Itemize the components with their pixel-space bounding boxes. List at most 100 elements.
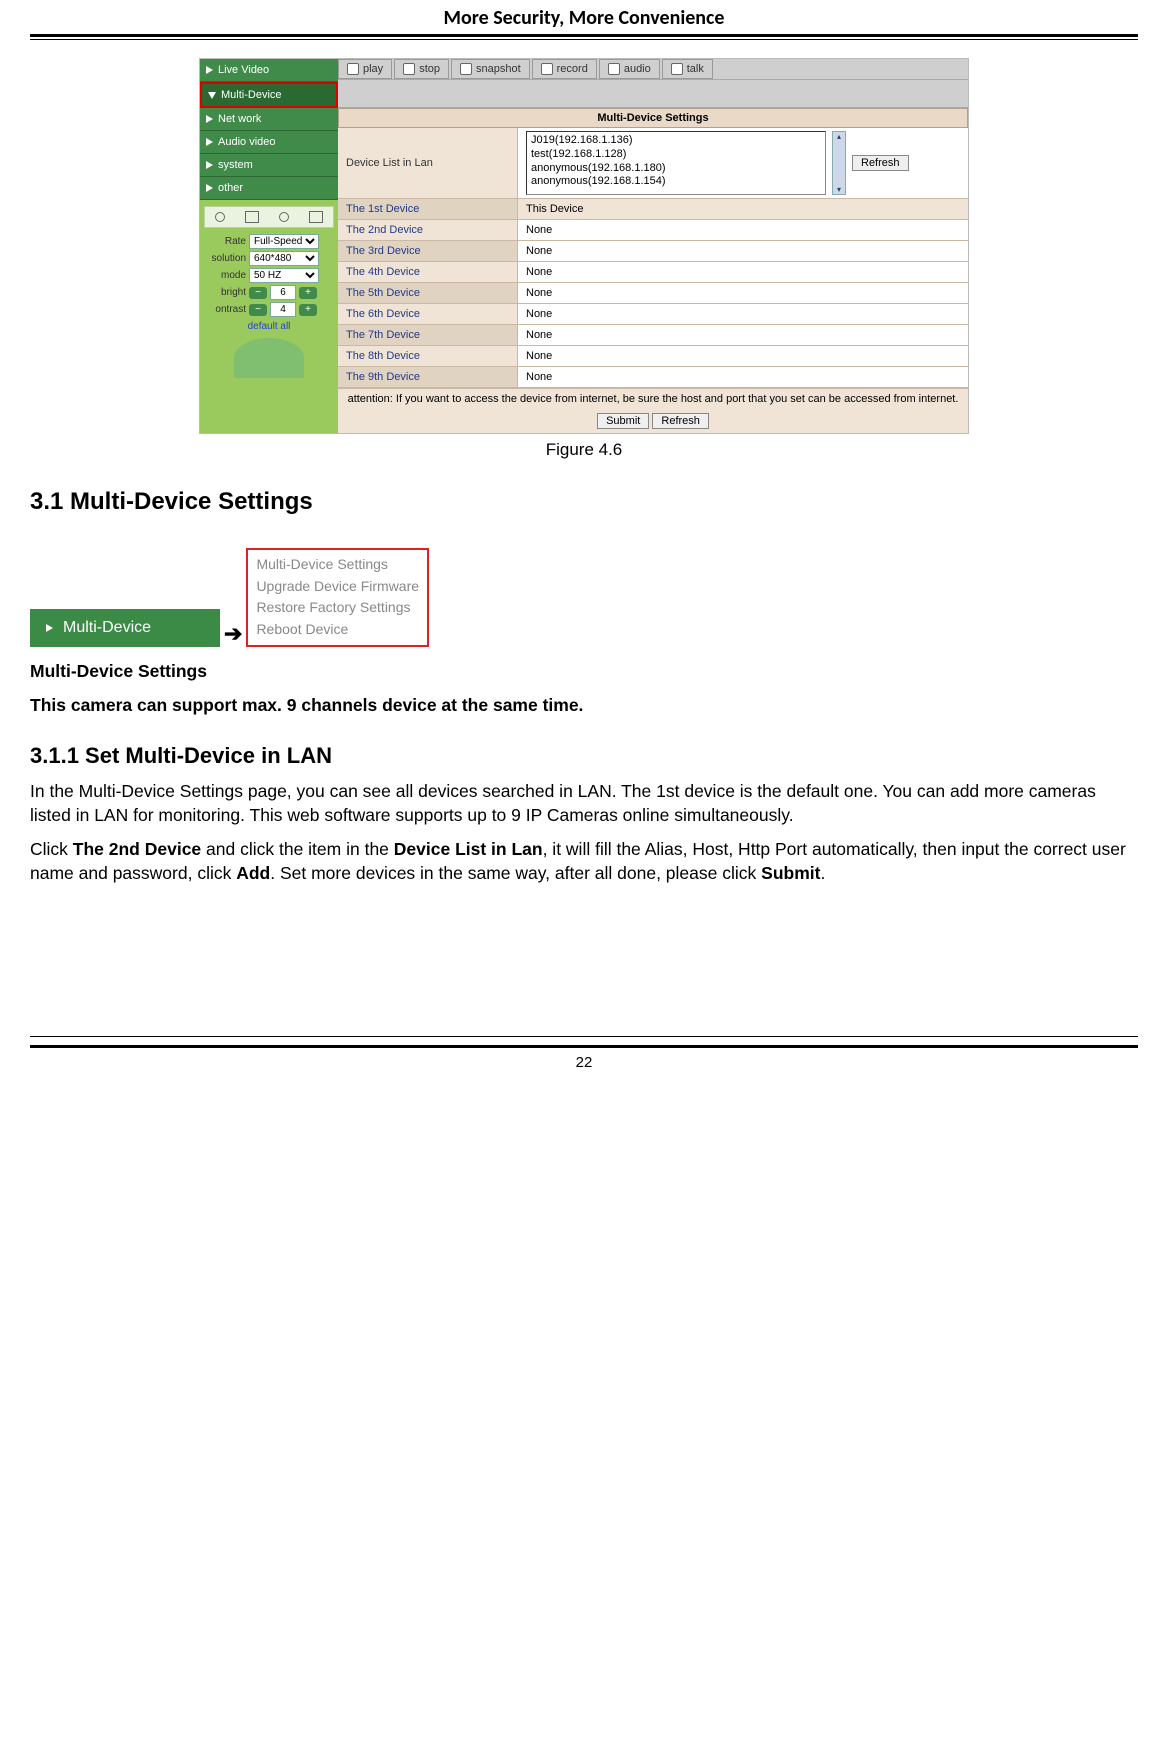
audio-button[interactable]: audio [599,59,660,79]
page-header: More Security, More Convenience [30,0,1138,34]
triangle-down-icon [208,92,216,99]
play-icon [347,63,359,75]
mode-select[interactable]: 50 HZ [249,268,319,283]
rule-thin [30,1036,1138,1037]
ptz-dpad[interactable] [234,338,304,378]
triangle-right-icon [206,184,213,192]
page-number: 22 [30,1048,1138,1081]
support-line: This camera can support max. 9 channels … [30,693,1138,717]
talk-icon [671,63,683,75]
minus-button[interactable]: − [249,287,267,299]
nav-label: Multi-Device [221,89,282,101]
left-nav-pane: Live Video Multi-Device Net work Audio v… [200,59,338,433]
nav-audio-video[interactable]: Audio video [200,131,338,154]
plus-button[interactable]: + [299,304,317,316]
list-item[interactable]: test(192.168.1.128) [531,148,821,162]
grid-icon[interactable] [245,211,259,223]
paragraph-1: In the Multi-Device Settings page, you c… [30,779,1138,827]
nav-other[interactable]: other [200,177,338,200]
audio-icon [608,63,620,75]
btn-label: stop [419,63,440,75]
sub-heading: Multi-Device Settings [30,659,1138,683]
multi-device-button[interactable]: Multi-Device [30,609,220,647]
btn-label: talk [687,63,704,75]
menu-item[interactable]: Upgrade Device Firmware [256,576,419,598]
nav-network[interactable]: Net work [200,108,338,131]
device-row-label[interactable]: The 9th Device [338,367,518,387]
device-row-value: This Device [518,199,968,219]
default-all-link[interactable]: default all [204,321,334,332]
scroll-down-icon[interactable]: ▾ [833,185,845,194]
device-row-label[interactable]: The 8th Device [338,346,518,366]
list-item[interactable]: anonymous(192.168.1.180) [531,162,821,176]
figure-4-6: Live Video Multi-Device Net work Audio v… [199,58,969,460]
device-row-label[interactable]: The 4th Device [338,262,518,282]
figure-caption: Figure 4.6 [199,440,969,460]
bright-label: bright [204,287,246,298]
contrast-input[interactable] [270,302,296,317]
device-row-label[interactable]: The 1st Device [338,199,518,219]
plus-button[interactable]: + [299,287,317,299]
menu-item[interactable]: Restore Factory Settings [256,597,419,619]
nav-system[interactable]: system [200,154,338,177]
scrollbar[interactable]: ▴▾ [832,131,846,195]
radio-icon[interactable] [215,212,225,222]
scroll-up-icon[interactable]: ▴ [833,132,845,141]
device-row-value: None [518,304,968,324]
rule-thin [30,39,1138,40]
right-pane: play stop snapshot record audio talk Mul… [338,59,968,433]
refresh-button[interactable]: Refresh [852,155,909,171]
arrow-right-icon: ➔ [222,621,244,647]
rule-thick [30,34,1138,37]
inline-figure: Multi-Device ➔ Multi-Device Settings Upg… [30,548,1138,647]
text-bold: Add [236,863,270,883]
talk-button[interactable]: talk [662,59,713,79]
nav-label: Net work [218,113,261,125]
triangle-right-icon [206,115,213,123]
device-row-value: None [518,262,968,282]
mds-body: Device List in Lan J019(192.168.1.136) t… [338,128,968,433]
stop-icon [403,63,415,75]
play-button[interactable]: play [338,59,392,79]
refresh-button[interactable]: Refresh [652,413,709,429]
device-row-label[interactable]: The 3rd Device [338,241,518,261]
snapshot-button[interactable]: snapshot [451,59,530,79]
heading-3-1: 3.1 Multi-Device Settings [30,488,1138,516]
radio-icon[interactable] [279,212,289,222]
btn-label: Multi-Device [63,619,151,637]
minus-button[interactable]: − [249,304,267,316]
heading-3-1-1: 3.1.1 Set Multi-Device in LAN [30,743,1138,769]
device-row-label[interactable]: The 2nd Device [338,220,518,240]
triangle-right-icon [206,66,213,74]
rate-select[interactable]: Full-Speed [249,234,319,249]
device-row-label[interactable]: The 7th Device [338,325,518,345]
toolbar-spacer [338,80,968,108]
nav-multi-device[interactable]: Multi-Device [200,82,338,108]
contrast-label: ontrast [204,304,246,315]
device-list-label: Device List in Lan [338,128,518,198]
record-button[interactable]: record [532,59,597,79]
stop-button[interactable]: stop [394,59,449,79]
list-item[interactable]: J019(192.168.1.136) [531,134,821,148]
text-bold: Submit [761,863,820,883]
grid-icon[interactable] [309,211,323,223]
device-row-label[interactable]: The 5th Device [338,283,518,303]
mode-label: mode [204,270,246,281]
menu-item[interactable]: Reboot Device [256,619,419,641]
nav-live-video[interactable]: Live Video [200,59,338,82]
device-listbox[interactable]: J019(192.168.1.136) test(192.168.1.128) … [526,131,826,195]
submit-button[interactable]: Submit [597,413,649,429]
solution-select[interactable]: 640*480 [249,251,319,266]
menu-item[interactable]: Multi-Device Settings [256,554,419,576]
triangle-right-icon [206,161,213,169]
list-item[interactable]: anonymous(192.168.1.154) [531,175,821,189]
bright-input[interactable] [270,285,296,300]
text: . Set more devices in the same way, afte… [270,863,761,883]
device-row-value: None [518,241,968,261]
top-toolbar: play stop snapshot record audio talk [338,59,968,80]
text: Click [30,839,73,859]
nav-label: Live Video [218,64,269,76]
device-row-label[interactable]: The 6th Device [338,304,518,324]
text-bold: Device List in Lan [394,839,543,859]
nav-label: other [218,182,243,194]
